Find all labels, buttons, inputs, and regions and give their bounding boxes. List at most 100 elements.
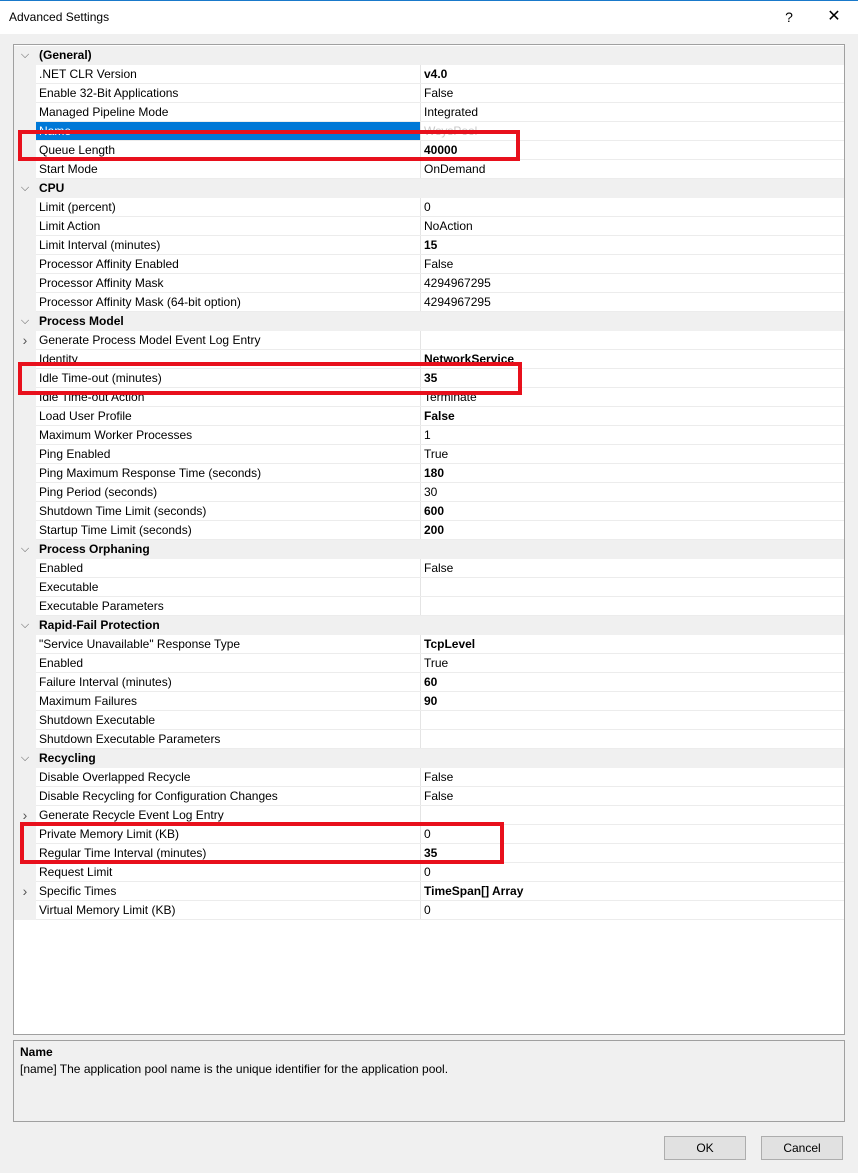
- property-value[interactable]: NetworkService: [424, 350, 844, 369]
- category-row[interactable]: ⌵ CPU: [14, 179, 844, 198]
- property-name[interactable]: Processor Affinity Mask: [39, 274, 419, 293]
- property-row[interactable]: Maximum Failures 90: [14, 692, 844, 711]
- property-name[interactable]: Maximum Worker Processes: [39, 426, 419, 445]
- property-row[interactable]: Disable Overlapped Recycle False: [14, 768, 844, 787]
- property-value[interactable]: 30: [424, 483, 844, 502]
- property-row[interactable]: Startup Time Limit (seconds) 200: [14, 521, 844, 540]
- property-value[interactable]: False: [424, 407, 844, 426]
- property-name[interactable]: Idle Time-out Action: [39, 388, 419, 407]
- property-row[interactable]: Idle Time-out (minutes) 35: [14, 369, 844, 388]
- category-row[interactable]: ⌵ Process Model: [14, 312, 844, 331]
- property-row[interactable]: Ping Enabled True: [14, 445, 844, 464]
- property-value[interactable]: v4.0: [424, 65, 844, 84]
- property-value[interactable]: [424, 578, 844, 597]
- property-name[interactable]: Ping Maximum Response Time (seconds): [39, 464, 419, 483]
- property-row[interactable]: "Service Unavailable" Response Type TcpLe…: [14, 635, 844, 654]
- property-value[interactable]: 1: [424, 426, 844, 445]
- property-value[interactable]: 0: [424, 825, 844, 844]
- property-value[interactable]: False: [424, 255, 844, 274]
- property-value[interactable]: Terminate: [424, 388, 844, 407]
- property-name[interactable]: Limit (percent): [39, 198, 419, 217]
- property-row[interactable]: Limit Interval (minutes) 15: [14, 236, 844, 255]
- ok-button[interactable]: OK: [664, 1136, 746, 1160]
- property-row[interactable]: Executable: [14, 578, 844, 597]
- property-name[interactable]: Executable Parameters: [39, 597, 419, 616]
- property-name[interactable]: Identity: [39, 350, 419, 369]
- category-row[interactable]: ⌵ Recycling: [14, 749, 844, 768]
- property-row[interactable]: Name WsysPool: [14, 122, 844, 141]
- property-row[interactable]: Disable Recycling for Configuration Chan…: [14, 787, 844, 806]
- property-row[interactable]: Enabled True: [14, 654, 844, 673]
- collapse-chevron-icon[interactable]: ⌵: [14, 540, 36, 559]
- property-row[interactable]: Regular Time Interval (minutes) 35: [14, 844, 844, 863]
- property-value[interactable]: Integrated: [424, 103, 844, 122]
- property-row[interactable]: Failure Interval (minutes) 60: [14, 673, 844, 692]
- property-row[interactable]: › Generate Recycle Event Log Entry: [14, 806, 844, 825]
- property-name[interactable]: Disable Overlapped Recycle: [39, 768, 419, 787]
- property-value[interactable]: WsysPool: [424, 122, 844, 141]
- property-value[interactable]: OnDemand: [424, 160, 844, 179]
- property-value[interactable]: [424, 331, 844, 350]
- property-row[interactable]: Maximum Worker Processes 1: [14, 426, 844, 445]
- property-row[interactable]: Request Limit 0: [14, 863, 844, 882]
- close-button[interactable]: ✕: [818, 5, 850, 29]
- property-name[interactable]: Ping Enabled: [39, 445, 419, 464]
- property-row[interactable]: Idle Time-out Action Terminate: [14, 388, 844, 407]
- property-name[interactable]: "Service Unavailable" Response Type: [39, 635, 419, 654]
- property-value[interactable]: [424, 730, 844, 749]
- property-row[interactable]: Identity NetworkService: [14, 350, 844, 369]
- property-value[interactable]: False: [424, 768, 844, 787]
- property-row[interactable]: Ping Maximum Response Time (seconds) 180: [14, 464, 844, 483]
- property-value[interactable]: TcpLevel: [424, 635, 844, 654]
- property-value[interactable]: [424, 711, 844, 730]
- property-row[interactable]: Processor Affinity Mask 4294967295: [14, 274, 844, 293]
- property-value[interactable]: False: [424, 84, 844, 103]
- property-name[interactable]: Maximum Failures: [39, 692, 419, 711]
- property-value[interactable]: False: [424, 559, 844, 578]
- property-row[interactable]: Processor Affinity Enabled False: [14, 255, 844, 274]
- collapse-chevron-icon[interactable]: ⌵: [14, 749, 36, 768]
- property-value[interactable]: 15: [424, 236, 844, 255]
- property-value[interactable]: [424, 806, 844, 825]
- collapse-chevron-icon[interactable]: ⌵: [14, 179, 36, 198]
- property-name[interactable]: Generate Process Model Event Log Entry: [39, 331, 419, 350]
- property-row[interactable]: Queue Length 40000: [14, 141, 844, 160]
- category-row[interactable]: ⌵ (General): [14, 46, 844, 65]
- property-value[interactable]: 4294967295: [424, 274, 844, 293]
- property-name[interactable]: Failure Interval (minutes): [39, 673, 419, 692]
- property-grid[interactable]: ⌵ (General) .NET CLR Version v4.0 Enable 32-…: [13, 44, 845, 1035]
- property-name[interactable]: Start Mode: [39, 160, 419, 179]
- property-value[interactable]: 180: [424, 464, 844, 483]
- property-name[interactable]: Specific Times: [39, 882, 419, 901]
- expand-chevron-icon[interactable]: ›: [14, 882, 36, 901]
- property-value[interactable]: 35: [424, 844, 844, 863]
- property-row[interactable]: Start Mode OnDemand: [14, 160, 844, 179]
- property-row[interactable]: Shutdown Executable Parameters: [14, 730, 844, 749]
- property-row[interactable]: Limit (percent) 0: [14, 198, 844, 217]
- property-name[interactable]: Queue Length: [39, 141, 419, 160]
- property-row[interactable]: Enable 32-Bit Applications False: [14, 84, 844, 103]
- property-name[interactable]: Shutdown Time Limit (seconds): [39, 502, 419, 521]
- property-row[interactable]: Enabled False: [14, 559, 844, 578]
- property-value[interactable]: 200: [424, 521, 844, 540]
- property-value[interactable]: 4294967295: [424, 293, 844, 312]
- property-row[interactable]: › Specific Times TimeSpan[] Array: [14, 882, 844, 901]
- property-row[interactable]: Private Memory Limit (KB) 0: [14, 825, 844, 844]
- property-value[interactable]: False: [424, 787, 844, 806]
- property-name[interactable]: Shutdown Executable Parameters: [39, 730, 419, 749]
- property-name[interactable]: Limit Action: [39, 217, 419, 236]
- property-row[interactable]: Load User Profile False: [14, 407, 844, 426]
- property-value[interactable]: 600: [424, 502, 844, 521]
- property-name[interactable]: Enabled: [39, 654, 419, 673]
- property-name[interactable]: Processor Affinity Mask (64-bit option): [39, 293, 419, 312]
- property-row[interactable]: Shutdown Executable: [14, 711, 844, 730]
- property-name[interactable]: Shutdown Executable: [39, 711, 419, 730]
- property-name[interactable]: Startup Time Limit (seconds): [39, 521, 419, 540]
- property-name[interactable]: Load User Profile: [39, 407, 419, 426]
- property-value[interactable]: True: [424, 445, 844, 464]
- property-row[interactable]: › Generate Process Model Event Log Entry: [14, 331, 844, 350]
- property-name[interactable]: Processor Affinity Enabled: [39, 255, 419, 274]
- property-value[interactable]: 40000: [424, 141, 844, 160]
- property-row[interactable]: Executable Parameters: [14, 597, 844, 616]
- cancel-button[interactable]: Cancel: [761, 1136, 843, 1160]
